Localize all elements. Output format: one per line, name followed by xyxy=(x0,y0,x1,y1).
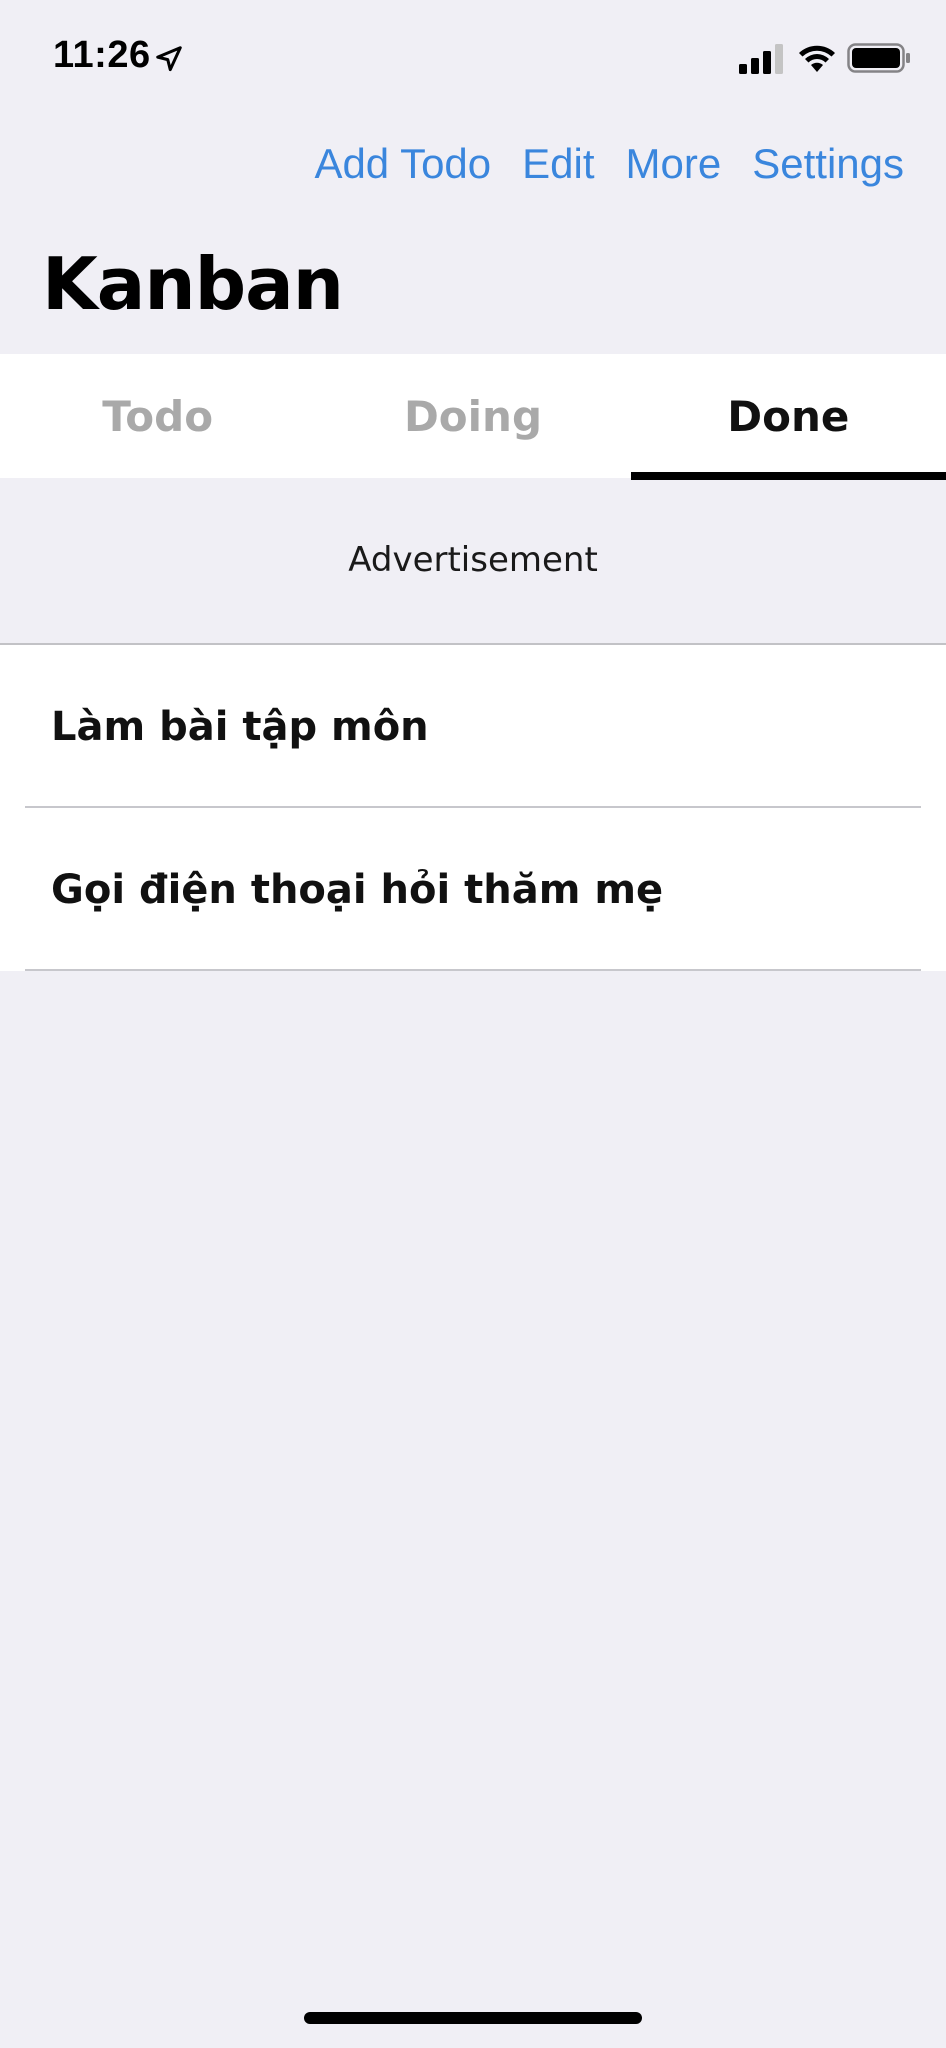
location-arrow-icon xyxy=(156,46,182,72)
cellular-signal-icon xyxy=(739,44,783,74)
add-todo-button[interactable]: Add Todo xyxy=(314,140,491,188)
tab-todo[interactable]: Todo xyxy=(0,354,315,478)
battery-icon xyxy=(847,43,910,73)
wifi-icon xyxy=(799,45,835,72)
more-button[interactable]: More xyxy=(626,140,722,188)
divider xyxy=(25,969,921,971)
nav-actions: Add Todo Edit More Settings xyxy=(314,140,904,188)
tab-doing[interactable]: Doing xyxy=(315,354,630,478)
home-indicator[interactable] xyxy=(304,2012,642,2024)
list-item-title: Làm bài tập môn xyxy=(51,703,429,750)
page-title: Kanban xyxy=(42,242,344,326)
advertisement-label: Advertisement xyxy=(348,540,598,580)
tab-bar: Todo Doing Done xyxy=(0,354,946,480)
list-item[interactable]: Gọi điện thoại hỏi thăm mẹ xyxy=(0,808,946,971)
edit-button[interactable]: Edit xyxy=(522,140,594,188)
todo-list: Làm bài tập môn Gọi điện thoại hỏi thăm … xyxy=(0,645,946,971)
list-item[interactable]: Làm bài tập môn xyxy=(0,645,946,808)
status-time: 11:26 xyxy=(53,34,151,76)
tab-done[interactable]: Done xyxy=(630,354,946,480)
status-bar: 11:26 xyxy=(0,0,946,116)
list-item-title: Gọi điện thoại hỏi thăm mẹ xyxy=(51,866,664,913)
settings-button[interactable]: Settings xyxy=(752,140,904,188)
